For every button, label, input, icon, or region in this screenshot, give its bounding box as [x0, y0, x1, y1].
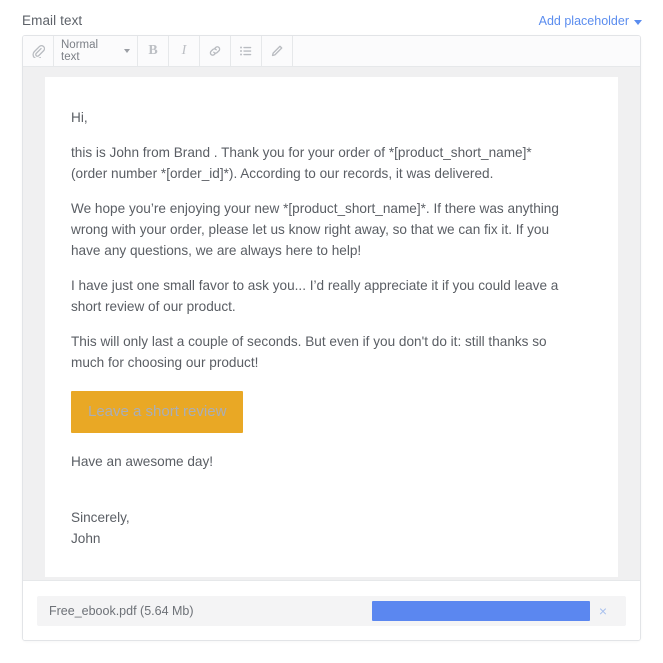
- insert-link-button[interactable]: [200, 36, 231, 66]
- link-icon: [209, 46, 221, 56]
- bulleted-list-icon: [240, 46, 252, 56]
- editor-canvas[interactable]: Hi, this is John from Brand . Thank you …: [23, 67, 640, 580]
- italic-button[interactable]: I: [169, 36, 200, 66]
- rich-text-toolbar: Normal text B I: [23, 36, 640, 67]
- upload-progress-bar: [372, 600, 590, 621]
- toolbar-filler: [293, 36, 640, 66]
- upload-progress-fill: [372, 600, 590, 621]
- pencil-icon: [271, 45, 283, 57]
- attachment-item: Free_ebook.pdf (5.64 Mb) ×: [37, 595, 626, 626]
- text-style-value: Normal text: [61, 39, 99, 63]
- bulleted-list-button[interactable]: [231, 36, 262, 66]
- text-style-select[interactable]: Normal text: [54, 36, 138, 66]
- email-paragraph-hope: We hope you’re enjoying your new *[produ…: [71, 201, 559, 258]
- editor-card: Normal text B I Hi, this is John from Br…: [22, 35, 641, 641]
- chevron-down-icon: [634, 19, 642, 25]
- attachment-filename: Free_ebook.pdf (5.64 Mb): [49, 603, 194, 618]
- bold-button[interactable]: B: [138, 36, 169, 66]
- attachment-bar: Free_ebook.pdf (5.64 Mb) ×: [23, 580, 640, 640]
- email-text-editor-page: Email text Add placeholder Normal text B: [0, 0, 663, 663]
- email-body[interactable]: Hi, this is John from Brand . Thank you …: [71, 107, 592, 549]
- add-placeholder-dropdown[interactable]: Add placeholder: [539, 12, 642, 30]
- email-paragraph-thanks: This will only last a couple of seconds.…: [71, 334, 547, 370]
- email-paragraph-closing: Have an awesome day!: [71, 454, 214, 469]
- email-paragraph-intro: this is John from Brand . Thank you for …: [71, 145, 532, 181]
- email-sheet[interactable]: Hi, this is John from Brand . Thank you …: [45, 77, 618, 577]
- add-placeholder-label: Add placeholder: [538, 14, 629, 28]
- italic-label: I: [181, 43, 187, 58]
- field-header: Email text Add placeholder: [22, 10, 642, 32]
- page-title: Email text: [22, 13, 83, 28]
- email-paragraph-greeting: Hi,: [71, 110, 88, 125]
- signature-gap: [71, 486, 592, 507]
- paperclip-icon: [32, 45, 45, 58]
- chevron-down-icon: [124, 49, 130, 53]
- email-signoff: Sincerely,: [71, 510, 130, 525]
- remove-attachment-button[interactable]: ×: [590, 601, 616, 621]
- email-signature: John: [71, 531, 101, 546]
- email-paragraph-favor: I have just one small favor to ask you..…: [71, 278, 559, 314]
- leave-review-button[interactable]: Leave a short review: [71, 391, 244, 433]
- bold-label: B: [148, 43, 158, 58]
- attach-file-button[interactable]: [23, 36, 54, 66]
- edit-source-button[interactable]: [262, 36, 293, 66]
